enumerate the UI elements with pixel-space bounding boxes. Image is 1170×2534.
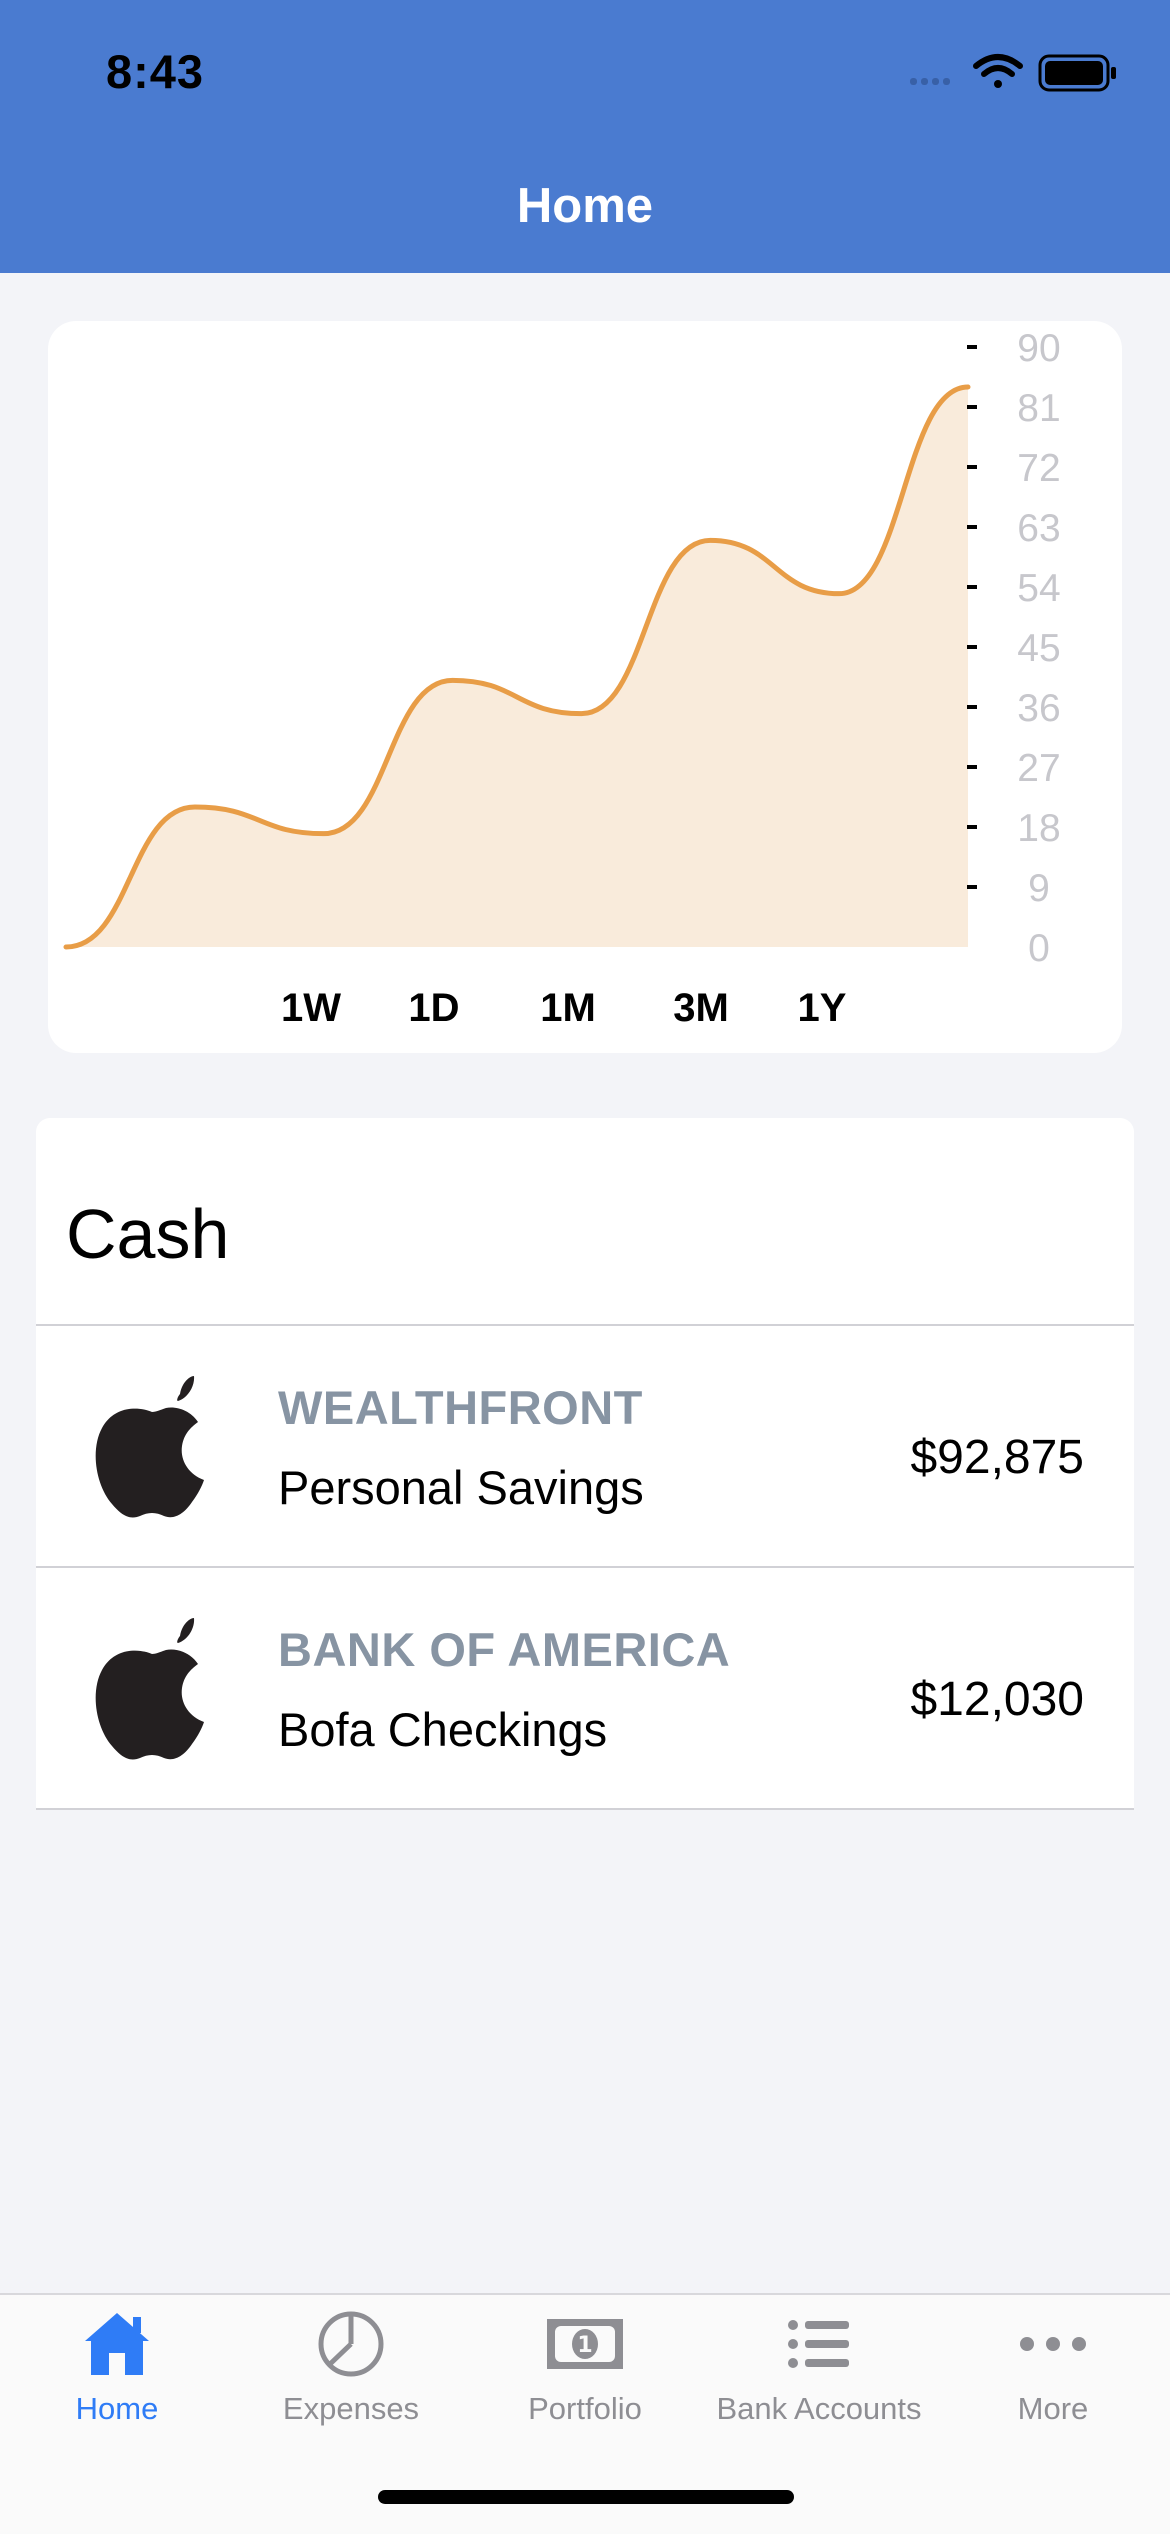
ellipsis-icon (1020, 2337, 1086, 2351)
banknote-icon: 1 (547, 2319, 623, 2369)
tab-label: Portfolio (528, 2391, 642, 2426)
account-row-wealthfront[interactable]: WEALTHFRONT Personal Savings $92,875 (36, 1326, 1134, 1566)
account-balance: $92,875 (910, 1431, 1084, 1484)
cash-section: Cash WEALTHFRONT Personal Savings $92,87… (36, 1118, 1134, 1810)
y-axis-tick-label: 18 (1017, 807, 1060, 850)
range-button-1m[interactable]: 1M (540, 986, 596, 1031)
section-title: Cash (66, 1195, 230, 1273)
y-axis-tick-label: 90 (1017, 327, 1060, 370)
tab-label: Bank Accounts (716, 2391, 922, 2426)
home-indicator (378, 2490, 794, 2504)
performance-chart: 0 9 18 27 36 45 54 63 72 81 90 (63, 327, 1061, 970)
institution-name: BANK OF AMERICA (278, 1623, 731, 1676)
divider (36, 1808, 1134, 1810)
y-axis-tick-label: 54 (1017, 567, 1060, 610)
wifi-icon (973, 54, 1023, 88)
house-icon (85, 2313, 149, 2375)
account-row-bank-of-america[interactable]: BANK OF AMERICA Bofa Checkings $12,030 (36, 1568, 1134, 1808)
time-range-selector: 1W 1D 1M 3M 1Y (48, 986, 1122, 1046)
apple-icon (95, 1618, 204, 1760)
svg-text:1: 1 (577, 2333, 592, 2358)
tab-home[interactable]: Home (0, 2309, 234, 2469)
account-name: Personal Savings (278, 1461, 644, 1514)
y-axis-tick-label: 27 (1017, 747, 1060, 790)
tab-expenses[interactable]: Expenses (234, 2309, 468, 2469)
status-icons (910, 54, 1116, 92)
page-title: Home (516, 179, 654, 233)
range-button-1y[interactable]: 1Y (798, 986, 847, 1031)
tab-label: Expenses (282, 2391, 420, 2426)
y-axis-tick-label: 81 (1017, 387, 1060, 430)
header: 8:43 Home (0, 0, 1170, 273)
list-icon (788, 2320, 849, 2368)
signal-icon (910, 78, 950, 85)
tab-bank-accounts[interactable]: Bank Accounts (702, 2309, 936, 2469)
tab-label: More (1017, 2391, 1089, 2426)
status-time: 8:43 (106, 45, 205, 98)
chart-card: 0 9 18 27 36 45 54 63 72 81 90 1W 1D 1M 3M 1Y (48, 321, 1122, 1053)
y-axis-tick-label: 72 (1017, 447, 1060, 490)
pie-chart-icon (318, 2311, 384, 2377)
apple-icon (95, 1376, 204, 1518)
y-axis-tick-label: 9 (1028, 867, 1050, 910)
y-axis-tick-label: 36 (1017, 687, 1060, 730)
battery-icon (1038, 54, 1116, 92)
y-axis-tick-label: 45 (1017, 627, 1060, 670)
institution-name: WEALTHFRONT (278, 1381, 643, 1434)
range-button-1w[interactable]: 1W (281, 986, 341, 1031)
range-button-1d[interactable]: 1D (408, 986, 459, 1031)
y-axis-tick-label: 0 (1028, 927, 1050, 970)
tab-more[interactable]: More (936, 2309, 1170, 2469)
tab-portfolio[interactable]: 1 Portfolio (468, 2309, 702, 2469)
tab-label: Home (75, 2391, 159, 2426)
y-axis-tick-label: 63 (1017, 507, 1060, 550)
account-name: Bofa Checkings (278, 1703, 608, 1756)
chart-area (66, 387, 968, 947)
account-balance: $12,030 (910, 1673, 1084, 1726)
range-button-3m[interactable]: 3M (673, 986, 729, 1031)
